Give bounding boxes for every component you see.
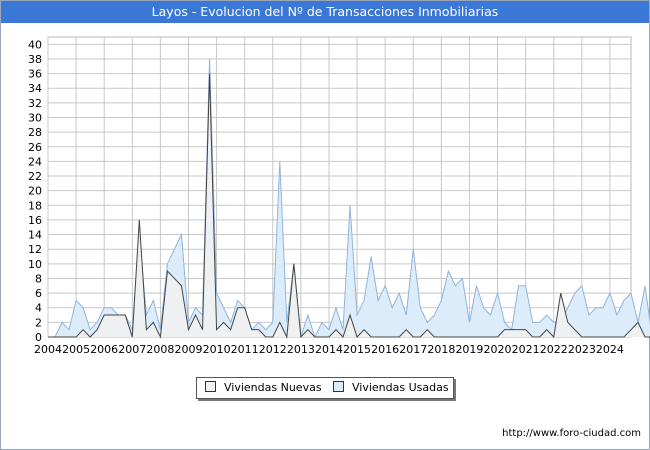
y-tick-label: 38 [28,53,42,66]
y-tick-label: 30 [28,111,42,124]
legend: Viviendas Nuevas Viviendas Usadas [196,377,454,399]
y-tick-label: 14 [28,229,42,242]
x-tick-label: 2009 [174,343,202,356]
y-axis: 0246810121416182022242628303234363840 [28,38,42,344]
y-tick-label: 12 [28,243,42,256]
x-tick-label: 2011 [231,343,259,356]
x-tick-label: 2024 [596,343,624,356]
x-tick-label: 2015 [343,343,371,356]
y-tick-label: 40 [28,38,42,51]
legend-swatch-nuevas [205,381,216,392]
x-tick-label: 2022 [540,343,568,356]
x-tick-label: 2014 [315,343,343,356]
x-tick-label: 2006 [90,343,118,356]
legend-swatch-usadas [333,381,344,392]
y-tick-label: 32 [28,97,42,110]
legend-label-usadas: Viviendas Usadas [352,381,449,394]
x-tick-label: 2007 [118,343,146,356]
y-tick-label: 24 [28,155,42,168]
y-tick-label: 10 [28,258,42,271]
y-tick-label: 22 [28,170,42,183]
y-tick-label: 16 [28,214,42,227]
y-tick-label: 4 [35,302,42,315]
y-tick-label: 8 [35,272,42,285]
y-tick-label: 34 [28,82,42,95]
x-tick-label: 2013 [287,343,315,356]
x-tick-label: 2010 [203,343,231,356]
legend-item-nuevas: Viviendas Nuevas [205,381,322,395]
x-tick-label: 2008 [146,343,174,356]
x-tick-label: 2021 [512,343,540,356]
legend-item-usadas: Viviendas Usadas [333,381,449,395]
y-tick-label: 2 [35,316,42,329]
x-tick-label: 2004 [34,343,62,356]
y-tick-label: 6 [35,287,42,300]
x-tick-label: 2023 [568,343,596,356]
x-tick-label: 2018 [427,343,455,356]
x-axis: 2004 2005 2006 2007 2008 2009 2010 2011 2012 2013… [34,343,624,356]
y-tick-label: 18 [28,199,42,212]
x-tick-label: 2020 [484,343,512,356]
y-tick-label: 28 [28,126,42,139]
source-url: http://www.foro-ciudad.com [502,428,641,439]
y-tick-label: 36 [28,68,42,81]
x-tick-label: 2016 [371,343,399,356]
x-tick-label: 2012 [259,343,287,356]
x-tick-label: 2019 [455,343,483,356]
legend-label-nuevas: Viviendas Nuevas [224,381,322,394]
y-tick-label: 26 [28,141,42,154]
y-tick-label: 20 [28,185,42,198]
x-tick-label: 2005 [62,343,90,356]
x-tick-label: 2017 [399,343,427,356]
